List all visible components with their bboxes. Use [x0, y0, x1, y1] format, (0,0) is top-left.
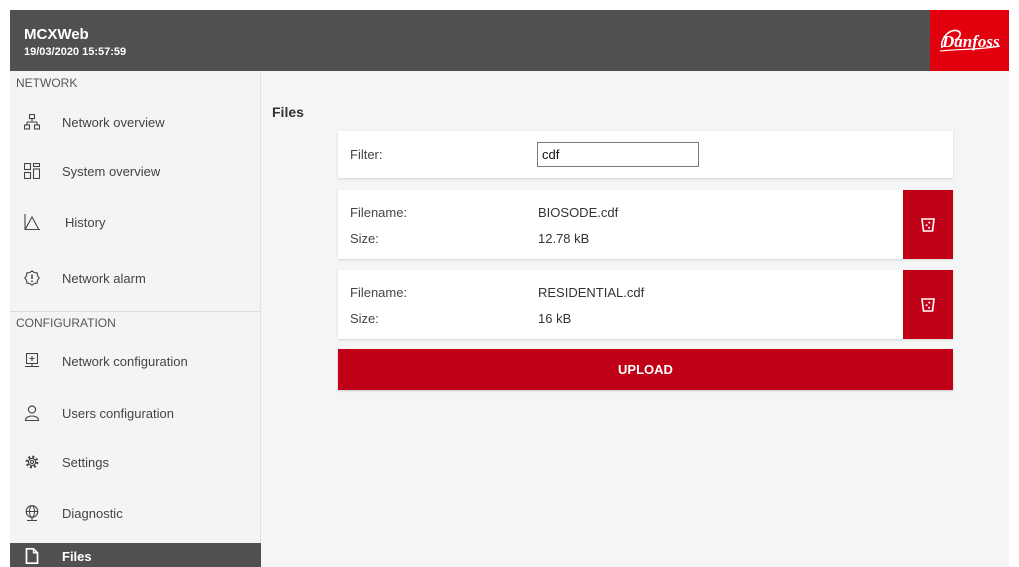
network-icon: [24, 114, 40, 130]
size-value: 16 kB: [538, 311, 572, 326]
sidebar-item-label: Users configuration: [62, 406, 174, 421]
sidebar-item-files[interactable]: Files: [10, 543, 261, 567]
filter-card: Filter:: [338, 131, 953, 178]
file-icon: [25, 548, 39, 564]
sidebar-item-system-overview[interactable]: System overview: [10, 151, 261, 191]
filename-value: RESIDENTIAL.cdf: [538, 285, 645, 300]
filter-label: Filter:: [350, 147, 383, 162]
sidebar-section-configuration: CONFIGURATION: [16, 316, 116, 330]
sidebar-item-diagnostic[interactable]: Diagnostic: [10, 493, 261, 533]
file-card: Filename: RESIDENTIAL.cdf Size: 16 kB: [338, 270, 953, 339]
gear-icon: [25, 455, 39, 469]
sidebar-item-users-configuration[interactable]: Users configuration: [10, 393, 261, 433]
chart-icon: [24, 214, 40, 230]
sidebar-item-label: History: [65, 215, 106, 230]
filename-label: Filename:: [350, 205, 408, 220]
size-label: Size:: [350, 311, 379, 326]
app-title: MCXWeb: [24, 26, 89, 43]
sidebar-item-label: Network configuration: [62, 354, 188, 369]
danfoss-logo: Danfoss: [930, 10, 1009, 71]
trash-icon: [921, 298, 935, 312]
sidebar-item-network-configuration[interactable]: Network configuration: [10, 341, 261, 381]
sidebar-item-network-alarm[interactable]: Network alarm: [10, 258, 261, 298]
sidebar-item-label: Diagnostic: [62, 506, 123, 521]
header-bar: MCXWeb 19/03/2020 15:57:59 Danfoss: [10, 10, 1009, 71]
danfoss-logo-icon: Danfoss: [939, 29, 1001, 52]
size-label: Size:: [350, 231, 379, 246]
sidebar-item-label: System overview: [62, 164, 161, 179]
trash-icon: [921, 218, 935, 232]
network-config-icon: [25, 353, 39, 368]
filename-value: BIOSODE.cdf: [538, 205, 619, 220]
app-window: MCXWeb 19/03/2020 15:57:59 Danfoss NETWO…: [10, 10, 1009, 567]
main-content: Files Filter: Filename: BIOSODE.cdf Size…: [261, 71, 1009, 567]
sidebar-item-network-overview[interactable]: Network overview: [10, 102, 261, 142]
globe-icon: [25, 505, 39, 521]
sidebar-item-label: Network overview: [62, 115, 165, 130]
page-title: Files: [272, 104, 304, 120]
sidebar-section-network: NETWORK: [16, 76, 78, 90]
filter-input[interactable]: [537, 142, 699, 167]
delete-file-button[interactable]: [903, 190, 953, 259]
sidebar-item-settings[interactable]: Settings: [10, 442, 261, 482]
alarm-icon: [24, 270, 40, 286]
sidebar-item-label: Settings: [62, 455, 109, 470]
header-datetime: 19/03/2020 15:57:59: [24, 46, 127, 58]
user-icon: [24, 405, 40, 421]
sidebar: NETWORK Network overview System overview: [10, 71, 261, 567]
sidebar-divider: [10, 311, 261, 312]
sidebar-item-history[interactable]: History: [10, 202, 261, 242]
grid-icon: [24, 163, 40, 179]
danfoss-logo-text: Danfoss: [941, 32, 1000, 51]
filename-label: Filename:: [350, 285, 408, 300]
sidebar-item-label: Files: [62, 549, 92, 564]
file-card: Filename: BIOSODE.cdf Size: 12.78 kB: [338, 190, 953, 259]
sidebar-item-label: Network alarm: [62, 271, 146, 286]
upload-button[interactable]: UPLOAD: [338, 349, 953, 390]
delete-file-button[interactable]: [903, 270, 953, 339]
size-value: 12.78 kB: [538, 231, 590, 246]
